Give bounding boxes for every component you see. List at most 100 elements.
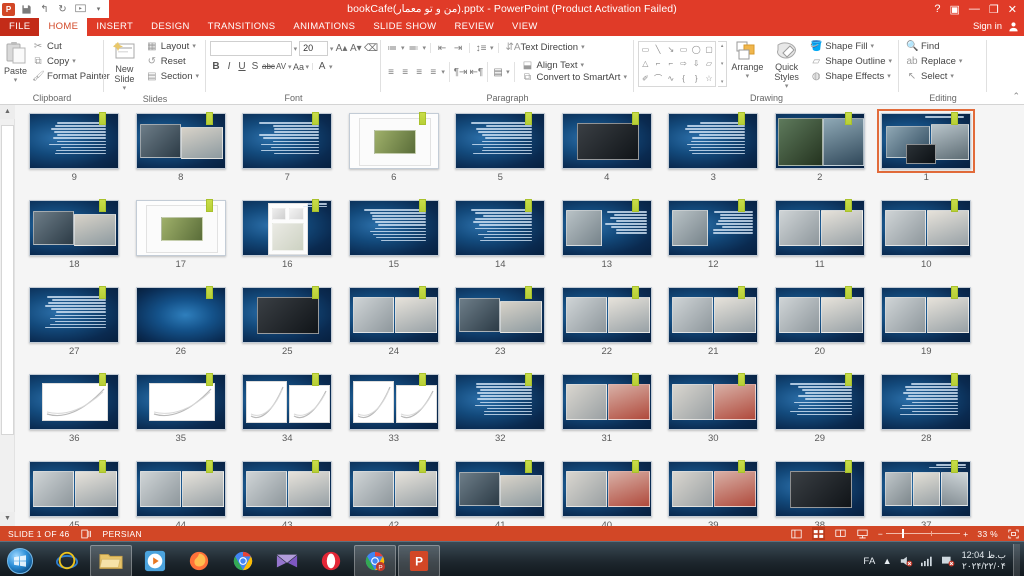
shape-curve-icon[interactable]: ∿: [667, 74, 674, 83]
slide-thumbnail-11[interactable]: 11: [767, 200, 874, 279]
shape-rounded-rect-icon[interactable]: ▢: [705, 45, 713, 54]
tab-review[interactable]: REVIEW: [445, 18, 503, 36]
justify-caret[interactable]: ▾: [441, 68, 445, 76]
change-case-caret[interactable]: ▾: [306, 63, 310, 71]
slide-thumbnail-18[interactable]: 18: [21, 200, 128, 279]
fit-to-window-button[interactable]: [1007, 527, 1020, 540]
slide-sorter-view-button[interactable]: [812, 527, 825, 540]
slide-thumbnail-frame[interactable]: [455, 374, 545, 430]
slide-thumbnail-43[interactable]: 43: [234, 461, 341, 526]
tab-view[interactable]: VIEW: [503, 18, 547, 36]
slide-thumbnail-frame[interactable]: [136, 461, 226, 517]
slide-thumbnail-frame[interactable]: [562, 200, 652, 256]
slide-thumbnail-3[interactable]: 3: [660, 113, 767, 192]
replace-caret[interactable]: ▾: [959, 56, 963, 68]
slide-thumbnail-27[interactable]: 27: [21, 287, 128, 366]
new-slide-dropdown-caret[interactable]: ▾: [123, 84, 127, 94]
slide-thumbnail-frame[interactable]: [668, 287, 758, 343]
slide-thumbnail-frame[interactable]: [29, 113, 119, 169]
slide-thumbnail-26[interactable]: 26: [128, 287, 235, 366]
slide-thumbnail-12[interactable]: 12: [660, 200, 767, 279]
align-left-icon[interactable]: ≡: [385, 66, 397, 79]
slide-thumbnail-44[interactable]: 44: [128, 461, 235, 526]
slide-thumbnail-frame[interactable]: [242, 374, 332, 430]
columns-caret[interactable]: ▾: [506, 68, 510, 76]
slide-thumbnail-2[interactable]: 2: [767, 113, 874, 192]
numbering-caret[interactable]: ▾: [423, 44, 427, 52]
slide-thumbnail-39[interactable]: 39: [660, 461, 767, 526]
slide-thumbnail-frame[interactable]: [562, 374, 652, 430]
shape-outline-button[interactable]: ▱ Shape Outline ▾: [807, 55, 895, 69]
start-slideshow-icon[interactable]: [74, 3, 87, 16]
align-center-icon[interactable]: ≡: [399, 66, 411, 79]
strikethrough-button[interactable]: abc: [262, 62, 274, 71]
slide-thumbnail-29[interactable]: 29: [767, 374, 874, 453]
change-case-button[interactable]: Aa: [293, 62, 305, 72]
line-spacing-icon[interactable]: ↕≡: [474, 42, 488, 55]
slide-thumbnail-frame[interactable]: [29, 287, 119, 343]
shape-outline-caret[interactable]: ▾: [888, 56, 892, 68]
copy-button[interactable]: ⧉ Copy ▾: [29, 55, 113, 69]
slide-thumbnail-frame[interactable]: [881, 287, 971, 343]
slide-thumbnail-32[interactable]: 32: [447, 374, 554, 453]
help-button[interactable]: ?: [934, 3, 940, 15]
arrange-button[interactable]: Arrange ▾: [729, 38, 766, 82]
character-spacing-button[interactable]: AV: [275, 62, 287, 71]
taskbar-chrome-window[interactable]: P: [354, 545, 396, 576]
slide-thumbnail-4[interactable]: 4: [554, 113, 661, 192]
underline-button[interactable]: U: [236, 61, 248, 72]
scroll-down-arrow[interactable]: ▼: [0, 512, 15, 526]
decrease-indent-icon[interactable]: ⇤: [435, 42, 449, 55]
shape-star-icon[interactable]: ☆: [705, 74, 712, 83]
slide-thumbnail-frame[interactable]: [242, 200, 332, 256]
reset-button[interactable]: ↺ Reset: [143, 55, 202, 69]
new-slide-button[interactable]: New Slide ▾: [108, 38, 141, 94]
decrease-font-size-icon[interactable]: A▾: [350, 41, 362, 56]
increase-indent-icon[interactable]: ⇥: [451, 42, 465, 55]
layout-dropdown-caret[interactable]: ▾: [192, 41, 196, 53]
zoom-in-button[interactable]: +: [963, 529, 968, 539]
shape-connector-icon[interactable]: ⌐: [668, 59, 673, 68]
font-name-caret[interactable]: ▾: [294, 45, 298, 53]
slide-thumbnail-frame[interactable]: [668, 461, 758, 517]
line-spacing-caret[interactable]: ▾: [490, 44, 494, 52]
slide-thumbnail-6[interactable]: 6: [341, 113, 448, 192]
replace-button[interactable]: ab Replace ▾: [903, 55, 965, 69]
shape-freeform-icon[interactable]: ✐: [642, 74, 649, 83]
slide-thumbnail-5[interactable]: 5: [447, 113, 554, 192]
language-indicator-tray[interactable]: FA: [863, 556, 875, 567]
bullets-icon[interactable]: ≔: [385, 42, 399, 55]
slide-thumbnail-15[interactable]: 15: [341, 200, 448, 279]
slide-thumbnail-frame[interactable]: [775, 374, 865, 430]
shapes-more-icon[interactable]: ▾: [721, 79, 724, 85]
section-button[interactable]: ▤ Section ▾: [143, 70, 202, 84]
font-color-button[interactable]: A: [316, 61, 328, 72]
action-center-icon[interactable]: [941, 555, 955, 567]
vertical-scrollbar[interactable]: ▲ ▼: [0, 105, 15, 526]
slide-thumbnail-frame[interactable]: [29, 374, 119, 430]
layout-button[interactable]: ▦ Layout ▾: [143, 40, 202, 54]
slide-thumbnail-41[interactable]: 41: [447, 461, 554, 526]
clock[interactable]: 12:04 ب.ظ ۲۰۲۴/۲۲/۰۴: [962, 550, 1006, 572]
slide-thumbnail-19[interactable]: 19: [873, 287, 980, 366]
select-button[interactable]: ↖ Select ▾: [903, 70, 965, 84]
quick-styles-caret[interactable]: ▾: [785, 82, 789, 92]
shape-effects-button[interactable]: ◍ Shape Effects ▾: [807, 70, 895, 84]
align-right-icon[interactable]: ≡: [413, 66, 425, 79]
slide-thumbnail-frame[interactable]: [349, 374, 439, 430]
slide-thumbnail-frame[interactable]: [562, 461, 652, 517]
shape-textbox-icon[interactable]: ▭: [642, 45, 650, 54]
slide-thumbnail-25[interactable]: 25: [234, 287, 341, 366]
slide-thumbnail-22[interactable]: 22: [554, 287, 661, 366]
shapes-scroll-up-icon[interactable]: ▴: [721, 43, 724, 49]
slide-thumbnail-9[interactable]: 9: [21, 113, 128, 192]
shape-elbow-icon[interactable]: ⌐: [656, 59, 661, 68]
slide-thumbnail-8[interactable]: 8: [128, 113, 235, 192]
normal-view-button[interactable]: [790, 527, 803, 540]
taskbar-media-player[interactable]: [134, 545, 176, 576]
slide-thumbnail-frame[interactable]: [881, 200, 971, 256]
slide-thumbnail-24[interactable]: 24: [341, 287, 448, 366]
slide-thumbnail-28[interactable]: 28: [873, 374, 980, 453]
slide-thumbnail-frame[interactable]: [455, 461, 545, 517]
bold-button[interactable]: B: [210, 61, 222, 72]
